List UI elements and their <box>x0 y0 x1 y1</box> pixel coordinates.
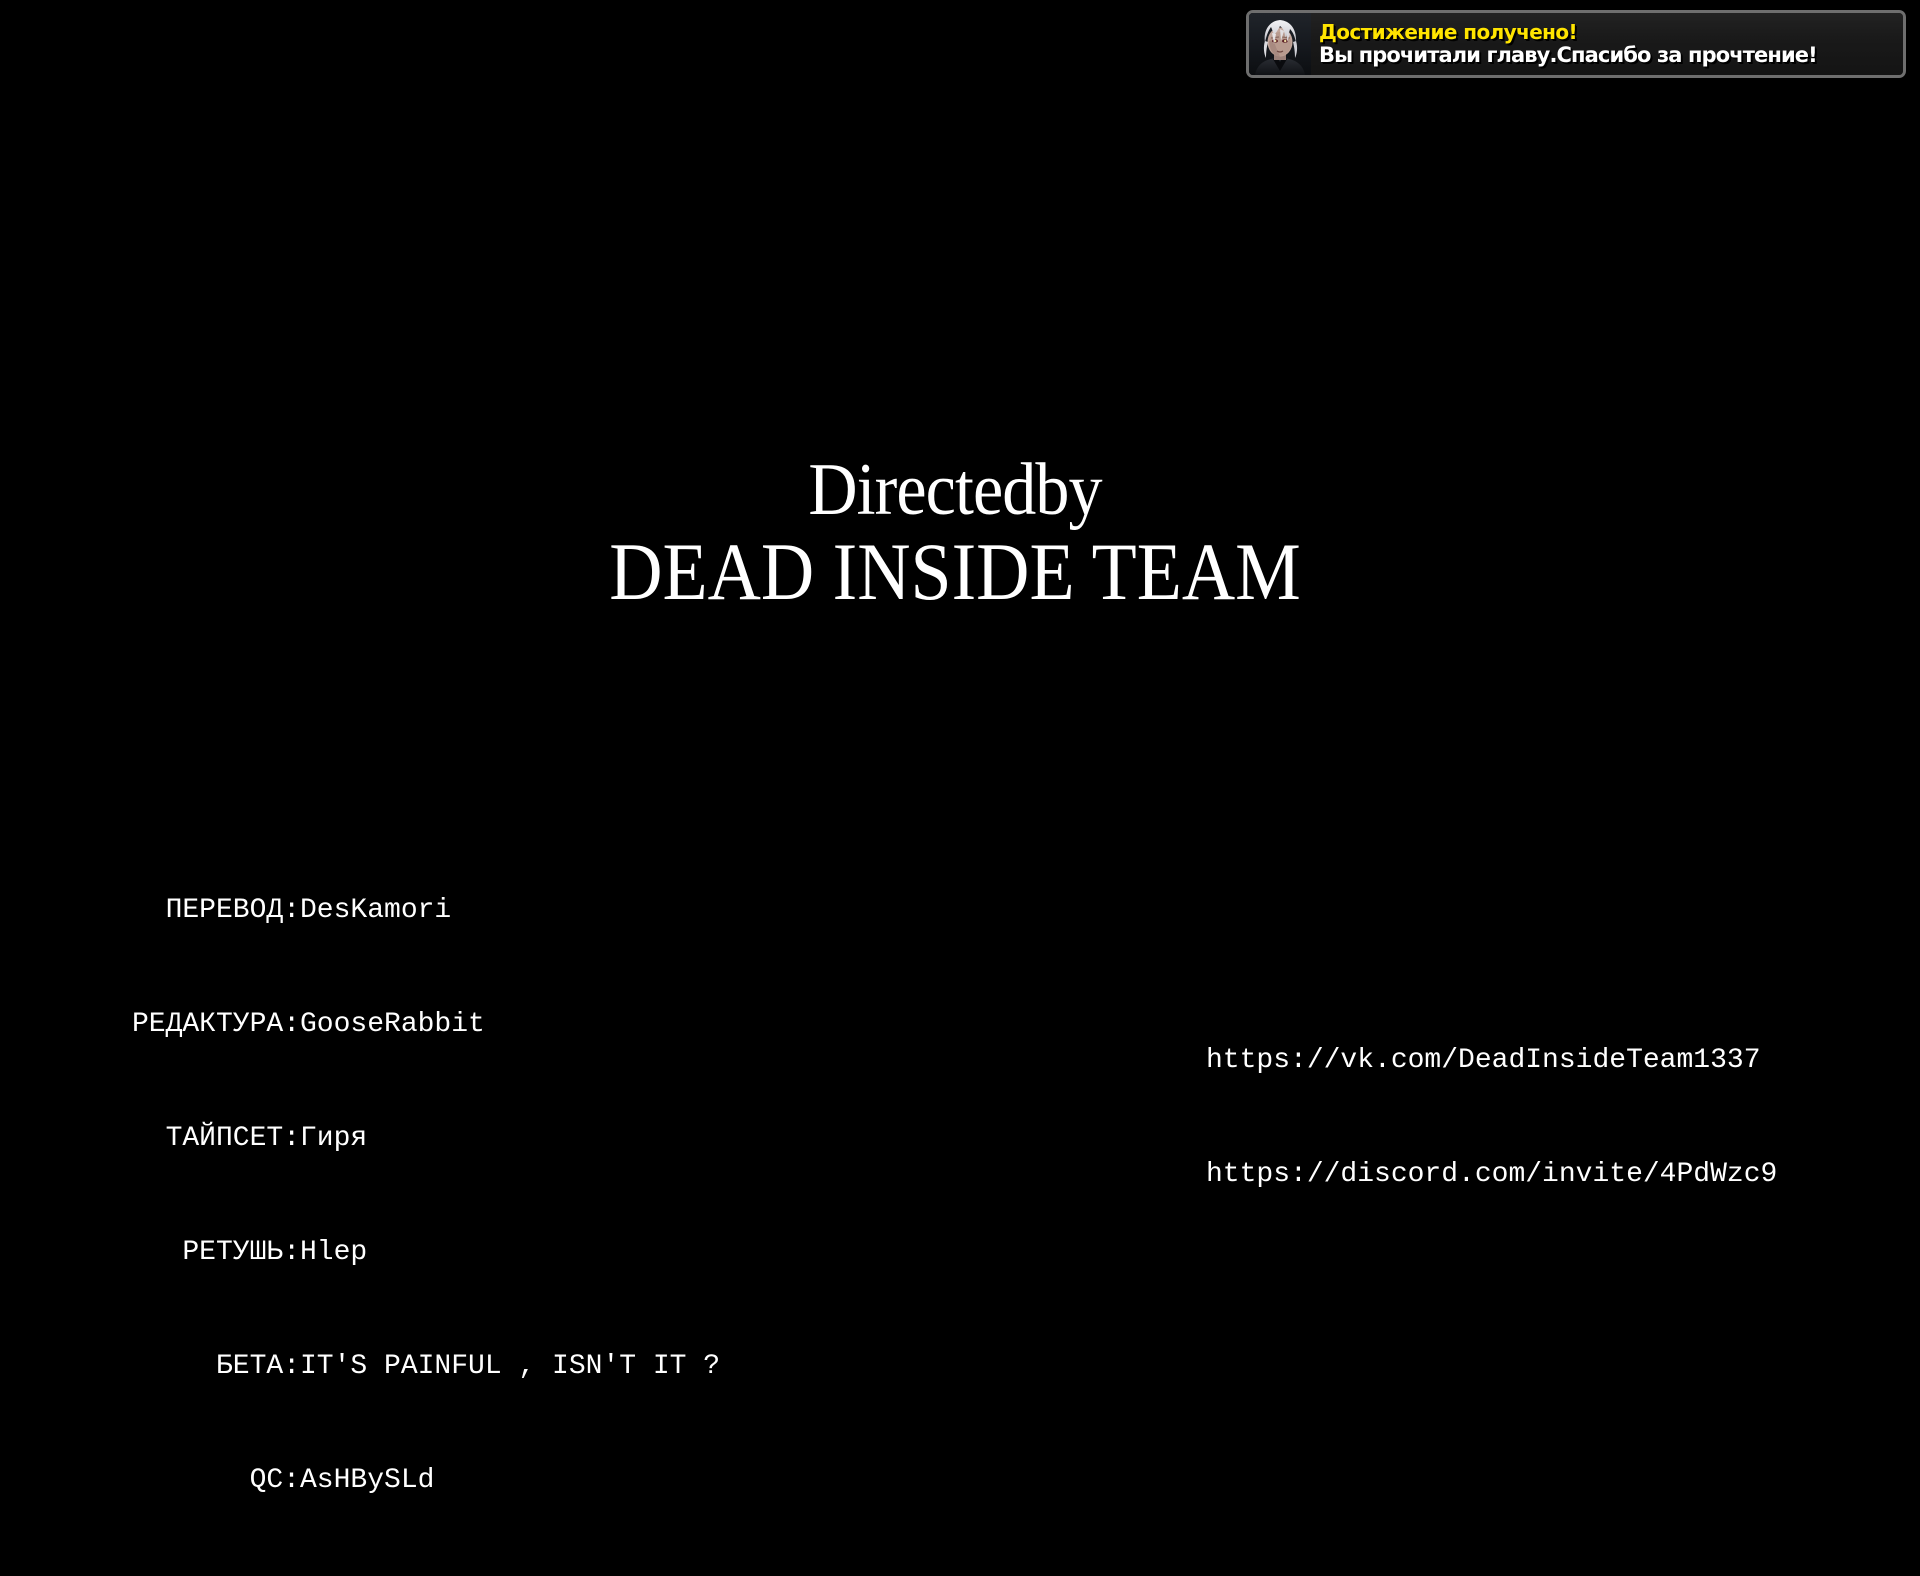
staff-member-name: Гиря <box>300 1123 368 1154</box>
achievement-description: Вы прочитали главу.Спасибо за прочтение! <box>1319 42 1818 67</box>
staff-member-name: DesKamori <box>300 895 452 926</box>
staff-role-label: РЕТУШЬ: <box>182 1237 300 1268</box>
staff-role-label: РЕДАКТУРА: <box>131 1009 300 1040</box>
staff-member-name: Hlep <box>300 1237 368 1268</box>
staff-role-label: БЕТА: <box>215 1351 300 1382</box>
staff-member-name: IT'S PAINFUL , ISN'T IT ? <box>300 1351 721 1382</box>
achievement-avatar-icon <box>1249 13 1311 75</box>
staff-role-label: QC: <box>249 1465 300 1496</box>
achievement-toast-inner: Достижение получено! Вы прочитали главу.… <box>1249 13 1903 75</box>
staff-row: ТАЙПСЕТ:Гиря <box>48 1120 720 1158</box>
staff-row: QC:AsHBySLd <box>48 1462 720 1500</box>
social-links-block: https://vk.com/DeadInsideTeam1337 https:… <box>1206 966 1777 1270</box>
staff-row: БЕТА:IT'S PAINFUL , ISN'T IT ? <box>48 1348 720 1386</box>
credits-screen: Достижение получено! Вы прочитали главу.… <box>0 0 1920 1496</box>
vk-link[interactable]: https://vk.com/DeadInsideTeam1337 <box>1206 1042 1777 1080</box>
staff-row: ПЕРЕВОД:DesKamori <box>48 892 720 930</box>
staff-member-name: GooseRabbit <box>300 1009 485 1040</box>
discord-link[interactable]: https://discord.com/invite/4PdWzc9 <box>1206 1156 1777 1194</box>
achievement-title: Достижение получено! <box>1319 19 1578 44</box>
staff-row: РЕТУШЬ:Hlep <box>48 1234 720 1272</box>
staff-role-label: ТАЙПСЕТ: <box>165 1123 300 1154</box>
staff-member-name: AsHBySLd <box>300 1465 435 1496</box>
staff-credits-list: ПЕРЕВОД:DesKamori РЕДАКТУРА:GooseRabbit … <box>48 816 720 1576</box>
achievement-text-block: Достижение получено! Вы прочитали главу.… <box>1311 13 1903 75</box>
credits-directed-by: Directedby <box>808 449 1102 531</box>
credits-title-block: Directedby DEAD INSIDE TEAM <box>0 452 1915 614</box>
credits-team-name: DEAD INSIDE TEAM <box>609 526 1301 617</box>
staff-row: РЕДАКТУРА:GooseRabbit <box>48 1006 720 1044</box>
achievement-toast[interactable]: Достижение получено! Вы прочитали главу.… <box>1246 10 1906 78</box>
staff-role-label: ПЕРЕВОД: <box>165 895 300 926</box>
